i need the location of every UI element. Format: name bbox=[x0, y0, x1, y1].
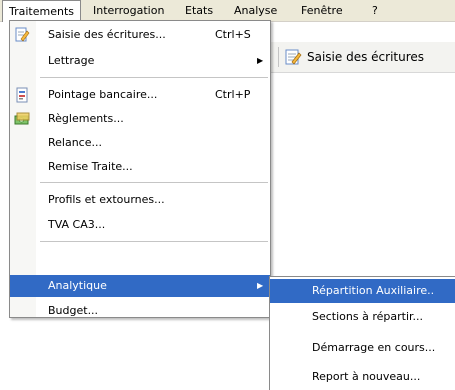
menu-analyse[interactable]: Analyse bbox=[228, 0, 283, 21]
submenu-item-report-a-nouveau[interactable]: Report à nouveau... bbox=[270, 365, 455, 389]
menu-item-label: Remise Traite... bbox=[48, 160, 133, 173]
menu-fenetre[interactable]: Fenêtre bbox=[295, 0, 349, 21]
submenu-item-label: Report à nouveau... bbox=[312, 370, 421, 383]
menu-item-remise-traite[interactable]: Remise Traite... bbox=[10, 156, 270, 178]
menu-item-reglements[interactable]: Règlements... bbox=[10, 108, 270, 130]
menu-item-label: Règlements... bbox=[48, 112, 124, 125]
submenu-arrow-icon: ▶ bbox=[257, 281, 264, 290]
bank-statement-icon bbox=[14, 87, 30, 103]
menu-item-label: Analytique bbox=[48, 279, 107, 292]
analytique-submenu: Répartition Auxiliaire.. Sections à répa… bbox=[269, 276, 455, 390]
menu-traitements[interactable]: Traitements bbox=[2, 0, 82, 22]
saisie-ecritures-toolbar-label: Saisie des écritures bbox=[307, 50, 425, 64]
edit-document-icon bbox=[284, 48, 302, 66]
submenu-item-demarrage-en-cours[interactable]: Démarrage en cours... bbox=[270, 336, 455, 360]
menu-help[interactable]: ? bbox=[366, 0, 384, 21]
submenu-item-label: Démarrage en cours... bbox=[312, 341, 436, 354]
menu-item-label: Lettrage bbox=[48, 54, 95, 67]
submenu-item-label: Sections à répartir... bbox=[312, 310, 423, 323]
menu-item-pointage-bancaire[interactable]: Pointage bancaire... Ctrl+P bbox=[10, 84, 270, 106]
menu-etats[interactable]: Etats bbox=[179, 0, 219, 21]
menu-separator bbox=[40, 77, 268, 78]
submenu-arrow-icon: ▶ bbox=[257, 56, 264, 65]
menu-item-label: Saisie des écritures... bbox=[48, 28, 166, 41]
menu-item-profils-extournes[interactable]: Profils et extournes... bbox=[10, 189, 270, 211]
menu-item-tva-ca3[interactable]: TVA CA3... bbox=[10, 214, 270, 236]
submenu-item-sections-a-repartir[interactable]: Sections à répartir... bbox=[270, 305, 455, 329]
menu-item-lettrage[interactable]: Lettrage ▶ bbox=[10, 50, 270, 72]
menu-item-label: Profils et extournes... bbox=[48, 193, 165, 206]
menu-item-shortcut: Ctrl+P bbox=[215, 88, 251, 101]
menu-item-label: TVA CA3... bbox=[48, 218, 106, 231]
menu-item-label: Pointage bancaire... bbox=[48, 88, 158, 101]
toolbar-separator bbox=[278, 47, 279, 67]
saisie-ecritures-toolbar-button[interactable]: Saisie des écritures bbox=[284, 46, 424, 68]
menu-item-budget[interactable]: Budget... bbox=[10, 300, 270, 322]
traitements-dropdown: Saisie des écritures... Ctrl+S Lettrage … bbox=[9, 20, 271, 318]
menu-item-relance[interactable]: Relance... bbox=[10, 132, 270, 154]
menu-separator bbox=[40, 241, 268, 242]
menu-interrogation[interactable]: Interrogation bbox=[87, 0, 170, 21]
menu-item-shortcut: Ctrl+S bbox=[215, 28, 251, 41]
menu-item-analytique[interactable]: Analytique ▶ bbox=[10, 275, 270, 297]
submenu-item-repartition-auxiliaire[interactable]: Répartition Auxiliaire.. bbox=[270, 279, 455, 303]
toolbar: s Saisie des écritures bbox=[262, 42, 455, 73]
menu-item-saisie-ecritures[interactable]: Saisie des écritures... Ctrl+S bbox=[10, 24, 270, 46]
menu-bar: Traitements Interrogation Etats Analyse … bbox=[0, 0, 455, 22]
menu-separator bbox=[40, 182, 268, 183]
menu-item-label: Budget... bbox=[48, 304, 99, 317]
edit-document-icon bbox=[14, 27, 30, 43]
menu-item-label: Relance... bbox=[48, 136, 102, 149]
payments-icon bbox=[14, 111, 30, 127]
submenu-item-label: Répartition Auxiliaire.. bbox=[312, 284, 435, 297]
